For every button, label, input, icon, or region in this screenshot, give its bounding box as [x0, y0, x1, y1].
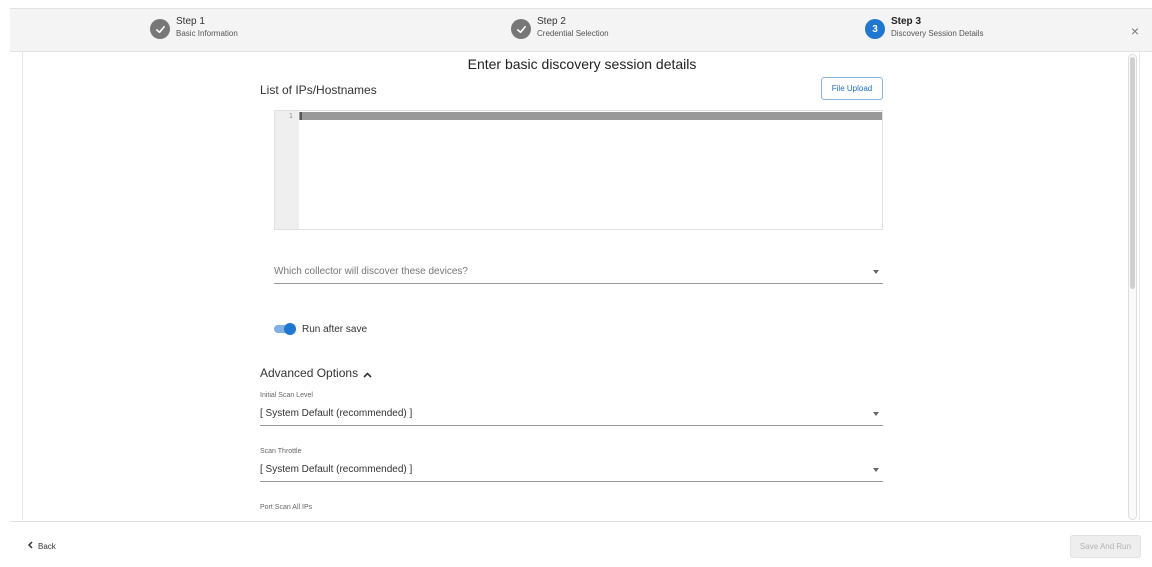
scan-throttle-label: Scan Throttle — [260, 448, 302, 455]
step-subtitle: Basic Information — [176, 28, 238, 38]
scan-throttle-value: [ System Default (recommended) ] — [260, 464, 413, 475]
scrollbar-thumb[interactable] — [1130, 57, 1135, 289]
close-icon[interactable]: × — [1131, 23, 1139, 39]
vertical-scrollbar[interactable] — [1128, 54, 1137, 520]
step-discovery-session-details: 3 Step 3 Discovery Session Details — [865, 16, 983, 39]
run-after-save-label: Run after save — [302, 324, 368, 335]
wizard-stepper: Step 1 Basic Information Step 2 Credenti… — [10, 8, 1152, 52]
page-title: Enter basic discovery session details — [467, 56, 697, 72]
initial-scan-level-value: [ System Default (recommended) ] — [260, 408, 413, 419]
back-button[interactable]: Back — [27, 541, 56, 551]
advanced-options-title: Advanced Options — [260, 365, 359, 380]
ips-hostnames-label: List of IPs/Hostnames — [260, 83, 377, 97]
chevron-down-icon — [873, 270, 879, 274]
step-title: Step 3 — [891, 16, 922, 27]
scan-throttle-select[interactable]: [ System Default (recommended) ] — [260, 464, 883, 482]
collector-select[interactable]: Which collector will discover these devi… — [274, 266, 883, 284]
check-icon — [150, 19, 170, 39]
step-title: Step 2 — [537, 16, 566, 27]
toggle-knob — [284, 323, 296, 335]
save-and-run-button[interactable]: Save And Run — [1070, 535, 1141, 558]
step-number-badge: 3 — [865, 19, 885, 39]
text-cursor — [300, 112, 302, 120]
back-label: Back — [38, 541, 56, 551]
run-after-save-toggle[interactable] — [274, 323, 296, 335]
chevron-left-icon — [27, 541, 33, 551]
chevron-down-icon — [873, 468, 879, 472]
initial-scan-level-label: Initial Scan Level — [260, 392, 313, 399]
step-credential-selection: Step 2 Credential Selection — [511, 16, 609, 39]
discovery-session-wizard: Step 1 Basic Information Step 2 Credenti… — [0, 0, 1152, 567]
active-line-highlight — [299, 112, 882, 120]
port-scan-all-ips-label: Port Scan All IPs — [260, 504, 313, 511]
initial-scan-level-select[interactable]: [ System Default (recommended) ] — [260, 408, 883, 426]
chevron-up-icon — [363, 367, 372, 381]
step-title: Step 1 — [176, 16, 205, 27]
step-basic-information: Step 1 Basic Information — [150, 16, 238, 39]
advanced-options-toggle[interactable]: Advanced Options — [260, 364, 372, 381]
line-number-gutter: 1 — [275, 111, 299, 229]
check-icon — [511, 19, 531, 39]
step-subtitle: Discovery Session Details — [891, 28, 984, 38]
collector-select-placeholder: Which collector will discover these devi… — [274, 266, 468, 277]
session-details-form: Enter basic discovery session details Li… — [22, 52, 1140, 520]
line-number: 1 — [288, 112, 293, 120]
step-subtitle: Credential Selection — [537, 28, 609, 38]
chevron-down-icon — [873, 412, 879, 416]
wizard-footer: Back Save And Run — [10, 521, 1152, 567]
ips-hostnames-editor[interactable]: 1 — [274, 110, 883, 230]
file-upload-button[interactable]: File Upload — [821, 77, 883, 100]
